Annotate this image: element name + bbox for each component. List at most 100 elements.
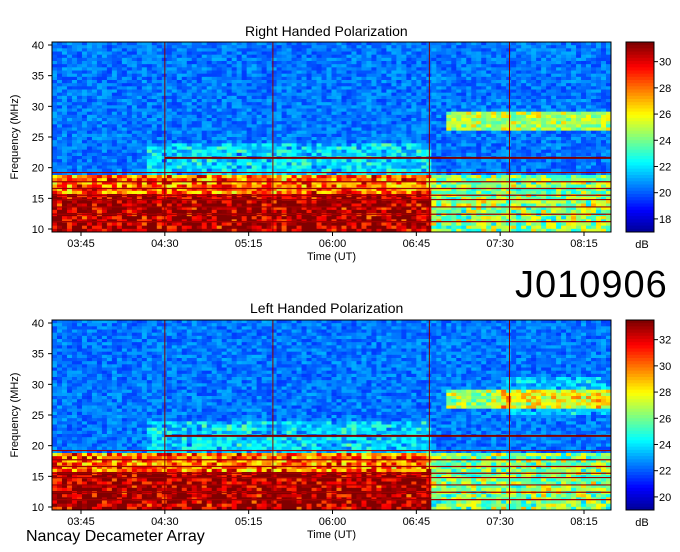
- heatmap-cell: [471, 140, 477, 144]
- heatmap-cell: [326, 124, 332, 128]
- heatmap-cell: [301, 102, 307, 106]
- heatmap-cell: [146, 45, 153, 49]
- heatmap-cell: [86, 54, 93, 59]
- heatmap-cell: [111, 67, 118, 71]
- heatmap-cell: [311, 143, 317, 147]
- heatmap-cell: [206, 99, 213, 103]
- heatmap-cell: [91, 45, 98, 49]
- heatmap-cell: [86, 130, 93, 135]
- heatmap-cell: [366, 149, 372, 154]
- heatmap-cell: [456, 143, 462, 147]
- heatmap-cell: [136, 108, 143, 113]
- heatmap-cell: [556, 159, 562, 163]
- heatmap-cell: [86, 89, 93, 94]
- heatmap-cell: [241, 121, 248, 125]
- heatmap-cell: [151, 175, 158, 179]
- heatmap-cell: [91, 114, 98, 119]
- heatmap-cell: [206, 86, 213, 90]
- heatmap-cell: [291, 137, 297, 141]
- heatmap-cell: [56, 67, 63, 71]
- heatmap-cell: [431, 83, 437, 87]
- heatmap-cell: [196, 111, 203, 116]
- heatmap-cell: [436, 86, 442, 90]
- heatmap-cell: [236, 80, 243, 84]
- heatmap-cell: [276, 114, 282, 119]
- heatmap-cell: [191, 108, 198, 113]
- heatmap-cell: [311, 73, 317, 78]
- heatmap-cell: [141, 83, 148, 87]
- heatmap-cell: [326, 159, 332, 163]
- heatmap-cell: [141, 111, 148, 116]
- heatmap-cell: [351, 114, 357, 119]
- heatmap-cell: [306, 54, 312, 59]
- heatmap-cell: [236, 140, 243, 144]
- heatmap-cell: [291, 162, 297, 166]
- heatmap-cell: [491, 152, 497, 157]
- heatmap-cell: [266, 146, 273, 151]
- heatmap-cell: [456, 149, 462, 154]
- heatmap-cell: [171, 124, 178, 128]
- heatmap-cell: [526, 121, 532, 125]
- heatmap-cell: [466, 118, 472, 122]
- heatmap-cell: [586, 99, 592, 103]
- heatmap-cell: [481, 149, 487, 154]
- heatmap-cell: [201, 143, 208, 147]
- heatmap-cell: [96, 152, 103, 157]
- heatmap-cell: [196, 42, 203, 46]
- heatmap-cell: [371, 168, 377, 173]
- heatmap-cell: [186, 76, 193, 81]
- heatmap-cell: [156, 175, 163, 179]
- heatmap-cell: [61, 45, 68, 49]
- heatmap-cell: [341, 165, 347, 170]
- heatmap-cell: [401, 140, 407, 144]
- heatmap-cell: [316, 159, 322, 163]
- heatmap-cell: [581, 133, 587, 138]
- heatmap-cell: [261, 152, 268, 157]
- heatmap-cell: [476, 102, 482, 106]
- heatmap-cell: [311, 114, 317, 119]
- heatmap-cell: [501, 99, 507, 103]
- heatmap-cell: [71, 137, 78, 141]
- heatmap-cell: [561, 168, 567, 173]
- heatmap-cell: [326, 92, 332, 97]
- heatmap-cell: [511, 83, 517, 87]
- heatmap-cell: [586, 114, 592, 119]
- heatmap-cell: [256, 143, 263, 147]
- heatmap-cell: [531, 61, 537, 65]
- heatmap-cell: [321, 57, 327, 62]
- heatmap-cell: [481, 73, 487, 78]
- heatmap-cell: [566, 168, 572, 173]
- heatmap-cell: [391, 127, 397, 132]
- heatmap-cell: [101, 51, 108, 56]
- heatmap-cell: [111, 80, 118, 84]
- heatmap-cell: [411, 108, 417, 113]
- heatmap-cell: [366, 146, 372, 151]
- heatmap-cell: [366, 111, 372, 116]
- heatmap-cell: [121, 67, 128, 71]
- heatmap-cell: [401, 99, 407, 103]
- heatmap-cell: [576, 146, 582, 151]
- heatmap-cell: [106, 124, 113, 128]
- heatmap-cell: [86, 118, 93, 122]
- heatmap-cell: [541, 95, 547, 100]
- heatmap-cell: [361, 64, 367, 68]
- heatmap-cell: [581, 152, 587, 157]
- heatmap-cell: [401, 57, 407, 62]
- heatmap-cell: [221, 86, 228, 90]
- heatmap-cell: [356, 159, 362, 163]
- heatmap-cell: [166, 175, 173, 179]
- heatmap-cell: [166, 105, 173, 109]
- heatmap-cell: [481, 152, 487, 157]
- heatmap-cell: [156, 143, 163, 147]
- heatmap-cell: [306, 118, 312, 122]
- heatmap-cell: [121, 45, 128, 49]
- heatmap-cell: [431, 175, 437, 179]
- heatmap-cell: [336, 137, 342, 141]
- heatmap-cell: [131, 99, 138, 103]
- heatmap-cell: [401, 95, 407, 100]
- heatmap-cell: [581, 111, 587, 116]
- heatmap-cell: [466, 162, 472, 166]
- heatmap-cell: [516, 67, 522, 71]
- heatmap-cell: [351, 127, 357, 132]
- heatmap-cell: [456, 159, 462, 163]
